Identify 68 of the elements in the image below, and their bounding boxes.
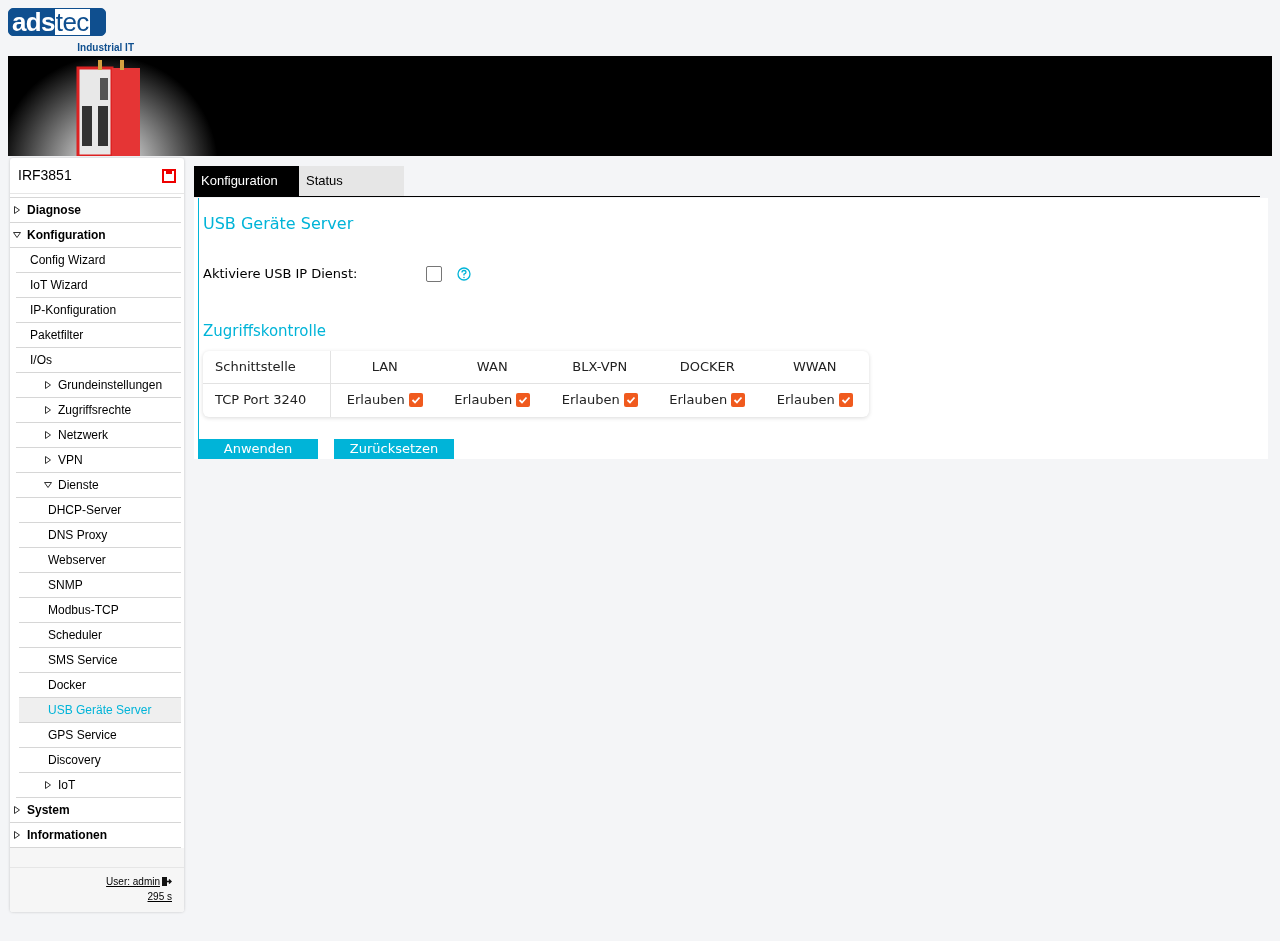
sidebar-item[interactable]: Zugriffsrechte bbox=[16, 398, 181, 423]
expanded-triangle-icon bbox=[44, 481, 52, 489]
checkbox-label: Erlauben bbox=[454, 391, 513, 410]
sidebar-item[interactable]: Discovery bbox=[19, 748, 181, 773]
page-title: USB Geräte Server bbox=[203, 213, 355, 235]
sidebar-item[interactable]: DNS Proxy bbox=[19, 523, 181, 548]
collapsed-triangle-icon bbox=[44, 381, 52, 389]
logout-icon[interactable] bbox=[161, 876, 172, 887]
sidebar-item[interactable]: Config Wizard bbox=[16, 248, 181, 273]
column-header: DOCKER bbox=[653, 350, 761, 384]
user-link[interactable]: User: admin bbox=[106, 874, 160, 889]
company-logo: adstec Industrial IT bbox=[8, 8, 134, 54]
sidebar-item[interactable]: GPS Service bbox=[19, 723, 181, 748]
checkbox[interactable] bbox=[623, 393, 638, 407]
collapsed-triangle-icon bbox=[44, 456, 52, 464]
device-name: IRF3851 bbox=[18, 166, 72, 185]
column-header: WAN bbox=[438, 350, 546, 384]
checkbox[interactable] bbox=[838, 393, 853, 407]
checkbox-label: Erlauben bbox=[346, 391, 405, 410]
column-header: Schnittstelle bbox=[203, 350, 331, 384]
sidebar-item[interactable]: IoT bbox=[16, 773, 181, 798]
tab[interactable]: Status bbox=[299, 166, 404, 196]
sidebar-item[interactable]: IoT Wizard bbox=[16, 273, 181, 298]
help-icon[interactable] bbox=[457, 267, 471, 281]
column-header: WWAN bbox=[761, 350, 869, 384]
collapsed-triangle-icon bbox=[44, 406, 52, 414]
checkbox-label: Erlauben bbox=[669, 391, 728, 410]
sidebar-item[interactable]: Netzwerk bbox=[16, 423, 181, 448]
checkmark-icon bbox=[840, 395, 851, 405]
sidebar-item[interactable]: Scheduler bbox=[19, 623, 181, 648]
sidebar-item[interactable]: Konfiguration bbox=[10, 223, 181, 248]
collapsed-triangle-icon bbox=[13, 831, 21, 839]
sidebar-item[interactable]: IP-Konfiguration bbox=[16, 298, 181, 323]
checkbox[interactable] bbox=[408, 393, 423, 407]
session-timer: 295 s bbox=[147, 890, 172, 904]
sidebar-item[interactable]: SNMP bbox=[19, 573, 181, 598]
sidebar-item[interactable]: Paketfilter bbox=[16, 323, 181, 348]
checkbox-label: Erlauben bbox=[776, 391, 835, 410]
sidebar-item[interactable]: Modbus-TCP bbox=[19, 598, 181, 623]
sidebar-item[interactable]: DHCP-Server bbox=[19, 498, 181, 523]
sidebar-item[interactable]: Webserver bbox=[19, 548, 181, 573]
sidebar-item[interactable]: Grundeinstellungen bbox=[16, 373, 181, 398]
checkbox[interactable] bbox=[426, 266, 442, 282]
tab[interactable]: Konfiguration bbox=[194, 166, 299, 196]
column-header: LAN bbox=[331, 350, 439, 384]
save-icon[interactable] bbox=[162, 168, 176, 183]
sidebar-item[interactable]: System bbox=[10, 798, 181, 823]
collapsed-triangle-icon bbox=[44, 431, 52, 439]
checkmark-icon bbox=[410, 395, 421, 405]
collapsed-triangle-icon bbox=[44, 781, 52, 789]
sidebar-item[interactable]: SMS Service bbox=[19, 648, 181, 673]
section-title: Zugriffskontrolle bbox=[203, 321, 328, 342]
collapsed-triangle-icon bbox=[13, 806, 21, 814]
checkbox-label: Erlauben bbox=[561, 391, 620, 410]
collapsed-triangle-icon bbox=[13, 206, 21, 214]
field-label: Aktiviere USB IP Dienst: bbox=[203, 265, 359, 284]
table-cell: TCP Port 3240 bbox=[203, 383, 331, 417]
checkmark-icon bbox=[733, 395, 744, 405]
sidebar-item[interactable]: Diagnose bbox=[10, 198, 181, 223]
checkmark-icon bbox=[518, 395, 529, 405]
column-header: BLX-VPN bbox=[546, 350, 654, 384]
sidebar-item[interactable]: I/Os bbox=[16, 348, 181, 373]
sidebar-item[interactable]: Dienste bbox=[16, 473, 181, 498]
checkmark-icon bbox=[625, 395, 636, 405]
expanded-triangle-icon bbox=[13, 231, 21, 239]
checkbox[interactable] bbox=[516, 393, 531, 407]
sidebar-item[interactable]: VPN bbox=[16, 448, 181, 473]
checkbox[interactable] bbox=[731, 393, 746, 407]
